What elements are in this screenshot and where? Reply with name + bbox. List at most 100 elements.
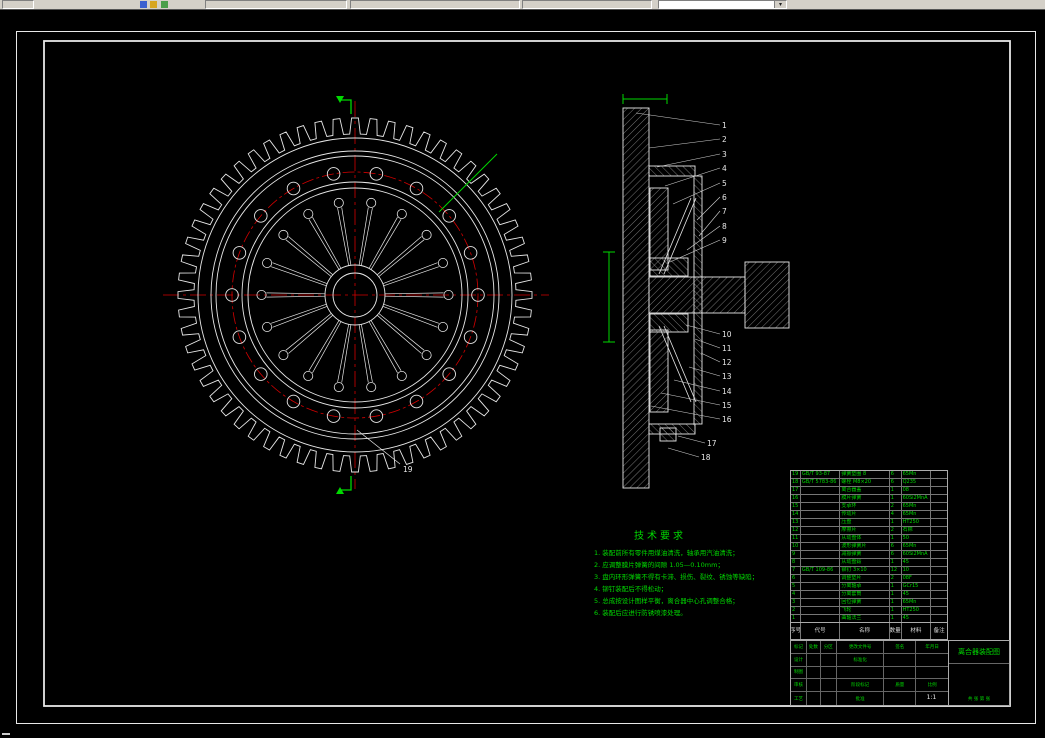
title-block-cell: 年月日 [925, 644, 939, 650]
bom-cell [801, 511, 841, 518]
bom-cell: 螺栓 M8×20 [840, 479, 890, 486]
layer-dropdown[interactable] [205, 0, 347, 9]
spring-finger-line [384, 292, 444, 295]
bom-cell: 2 [890, 503, 902, 510]
section-part [744, 261, 790, 329]
bom-cell: 铆钉 3×10 [840, 567, 890, 574]
bom-cell: 2 [791, 607, 801, 614]
bom-cell [931, 519, 947, 526]
section-part [648, 165, 696, 177]
title-block-cell: 设计 [791, 653, 807, 666]
color-dropdown[interactable] [350, 0, 520, 9]
bom-cell: 2 [890, 527, 902, 534]
title-block-right: 离合器装配图 共 张 第 张 [949, 641, 1009, 705]
bom-cell: 10 [902, 567, 932, 574]
bom-cell [801, 487, 841, 494]
bom-row: 12 摩擦片 2 石棉 [791, 527, 947, 535]
leader-line [660, 392, 721, 406]
bom-row: 2 飞轮 1 HT250 [791, 607, 947, 615]
bom-cell: 08 [902, 487, 932, 494]
bom-cell [931, 607, 947, 614]
title-block-row: 设计 标准化 [791, 653, 948, 667]
title-block-cell [807, 653, 821, 666]
section-leader [438, 153, 498, 213]
bom-cell [931, 583, 947, 590]
part-label: 12 [722, 358, 732, 367]
finger-slot-end [421, 229, 432, 240]
title-block-cell: 处数 [807, 641, 821, 653]
spring-finger-line [266, 295, 326, 298]
bom-cell: 1 [890, 583, 902, 590]
title-block-cell [837, 666, 885, 679]
open-file-icon[interactable] [150, 1, 157, 8]
title-block-cell [821, 666, 837, 679]
part-label: 2 [722, 135, 727, 144]
bom-cell: HT250 [902, 519, 932, 526]
bom-cell [801, 599, 841, 606]
toolbar-button-group[interactable] [2, 0, 34, 9]
bom-cell [931, 551, 947, 558]
new-file-icon[interactable] [140, 1, 147, 8]
style-combo[interactable]: ▾ [658, 0, 787, 9]
linetype-dropdown[interactable] [522, 0, 652, 9]
bom-cell: 8 [791, 559, 801, 566]
bom-cell: 膜片弹簧 [840, 495, 890, 502]
bom-cell: 5 [791, 583, 801, 590]
bom-cell [931, 511, 947, 518]
finger-slot-end [303, 208, 314, 219]
bom-cell: 12 [791, 527, 801, 534]
bom-cell: 1 [890, 519, 902, 526]
bom-row: 19 GB/T 93-87 弹簧垫圈 8 6 65Mn [791, 471, 947, 479]
spring-finger-line [266, 292, 326, 295]
bom-cell [931, 503, 947, 510]
bom-cell [801, 559, 841, 566]
section-part [649, 257, 689, 277]
bom-cell: 45 [902, 591, 932, 598]
toolbar: ▾ [0, 0, 1045, 10]
bom-cell: 9 [791, 551, 801, 558]
drawing-title: 离合器装配图 [949, 641, 1009, 664]
title-block-cell: 标记 [791, 641, 807, 653]
part-label: 19 [403, 465, 413, 474]
bom-row: 7 GB/T 109-86 铆钉 3×10 12 10 [791, 567, 947, 575]
title-block-cell: 质量 [884, 679, 917, 692]
bom-cell: 波形弹簧片 [840, 543, 890, 550]
bolt-hole [369, 167, 384, 181]
bom-cell: 石棉 [902, 527, 932, 534]
bom-cell: 从动盘体 [840, 535, 890, 542]
bom-cell [801, 591, 841, 598]
bom-cell: 4 [890, 511, 902, 518]
bom-cell: GCr15 [902, 583, 932, 590]
part-label: 8 [722, 222, 727, 231]
title-block-cell [821, 692, 837, 705]
bom-cell: 调整垫片 [840, 575, 890, 582]
bom-cell: 10 [791, 543, 801, 550]
bom-cell: 弹簧垫圈 8 [840, 471, 890, 478]
part-label: 7 [722, 207, 727, 216]
title-block-cell: 标准化 [837, 653, 885, 666]
bom-row: 4 分离套筒 1 45 [791, 591, 947, 599]
chevron-down-icon[interactable]: ▾ [774, 1, 786, 8]
leader-line [650, 405, 721, 420]
leader-line [667, 447, 700, 458]
title-block-cell: 阶段标记 [837, 679, 885, 692]
bom-cell [801, 535, 841, 542]
bom-row: 16 膜片弹簧 1 60Si2MnA [791, 495, 947, 503]
part-label: 6 [722, 193, 727, 202]
bom-header: 序号代号名称数量材料备注 [790, 622, 948, 640]
save-file-icon[interactable] [161, 1, 168, 8]
bom-cell: 08F [902, 575, 932, 582]
sheet-note: 共 张 第 张 [967, 697, 991, 702]
bom-cell: GB/T 5783-86 [801, 479, 841, 486]
part-label: 4 [722, 164, 727, 173]
bom-cell: 1 [890, 559, 902, 566]
bom-cell: 减振弹簧 [840, 551, 890, 558]
title-block-row: 制图 [791, 666, 948, 680]
bom-cell: 11 [791, 535, 801, 542]
bom-cell: 摩擦片 [840, 527, 890, 534]
title-block-cell [807, 692, 821, 705]
section-part [659, 427, 677, 442]
bom-cell: 1 [890, 607, 902, 614]
title-block-cell: 更改文件号 [837, 641, 885, 653]
leader-line [648, 138, 721, 149]
